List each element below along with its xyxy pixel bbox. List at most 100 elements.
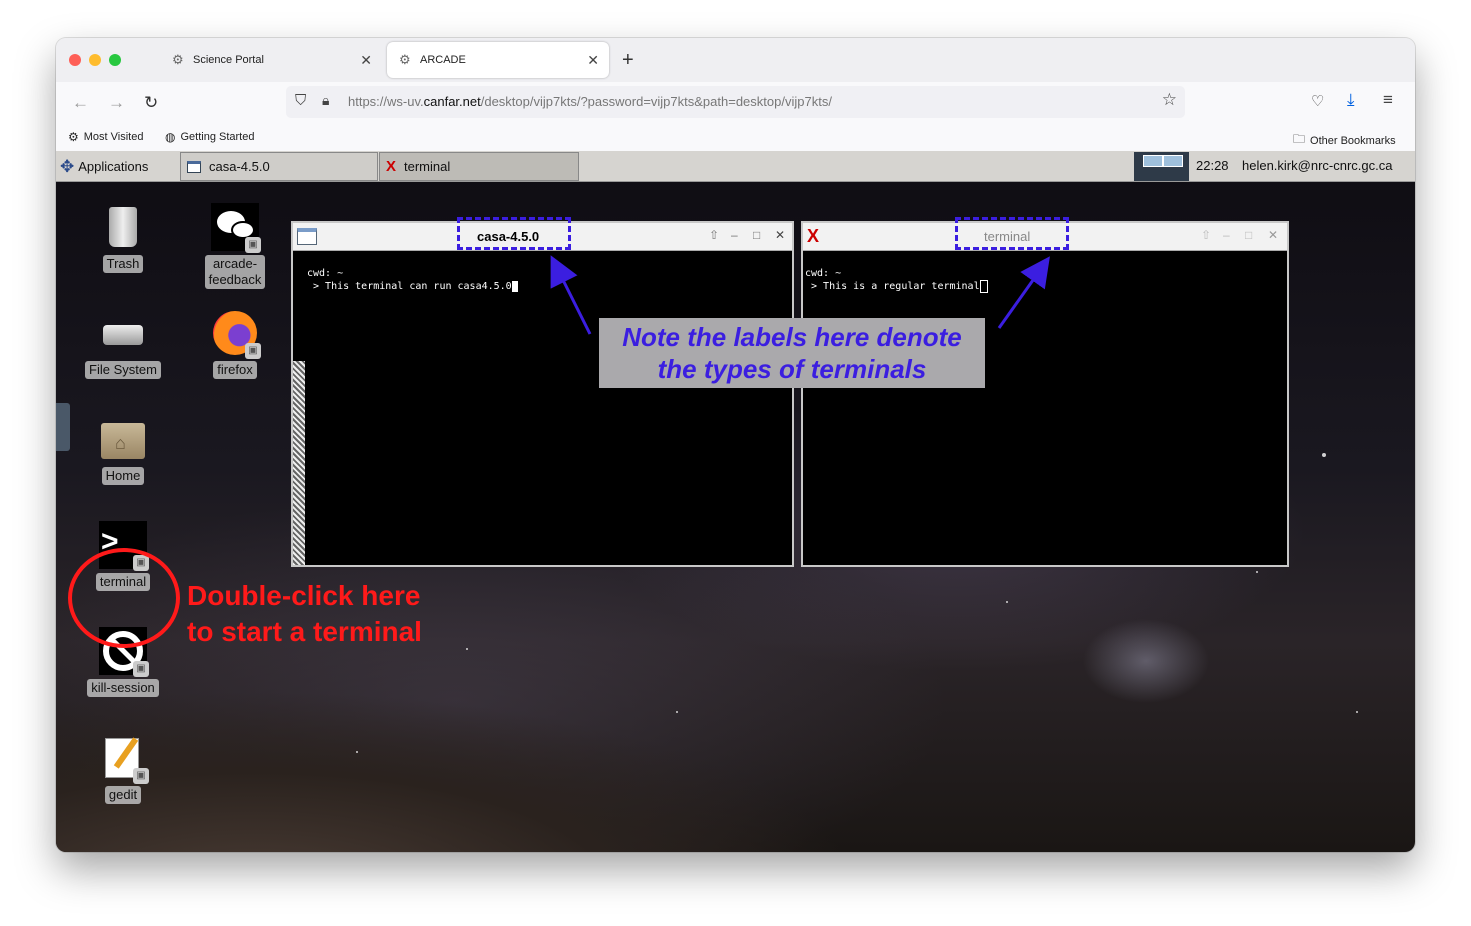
download-icon[interactable]: ⤓	[1347, 90, 1355, 110]
scrollbar[interactable]	[293, 361, 305, 565]
task-label: casa-4.5.0	[209, 159, 270, 174]
close-window-button[interactable]	[69, 54, 81, 66]
bookmark-other[interactable]: 🗀 Other Bookmarks	[1293, 130, 1396, 151]
bookmarks-bar: ⚙ Most Visited ◍ Getting Started 🗀 Other…	[56, 124, 1415, 151]
icon-label: firefox	[213, 361, 257, 379]
terminal-output[interactable]: cwd: ~ > This is a regular terminal	[805, 267, 988, 293]
applications-label: Applications	[78, 159, 149, 174]
icon-label: gedit	[104, 786, 142, 804]
star	[676, 711, 678, 713]
taskbar-item-casa[interactable]: casa-4.5.0	[180, 152, 378, 181]
url-bar[interactable]: ⛉ 🔒︎ https://ws-uv.canfar.net/desktop/vi…	[286, 86, 1185, 118]
bookmark-label: Other Bookmarks	[1310, 134, 1396, 147]
maximize-icon[interactable]: □	[1245, 228, 1252, 242]
desktop-icon-home[interactable]: ⌂ Home	[78, 415, 168, 485]
firefox-icon: ▣	[211, 309, 261, 359]
workspace-switcher[interactable]	[1134, 152, 1189, 181]
shade-icon[interactable]: ⇧	[1201, 228, 1211, 242]
annotation-double-click: Double-click here to start a terminal	[187, 578, 422, 650]
trash-icon	[99, 203, 147, 251]
workspace-1[interactable]	[1143, 155, 1163, 167]
star	[1006, 601, 1008, 603]
lock-icon: ▣	[133, 661, 149, 677]
tab-bar: ⚙ Science Portal ✕ ⚙ ARCADE ✕ +	[56, 38, 1415, 82]
desktop-icon-arcade-feedback[interactable]: ▣ arcade-feedback	[190, 203, 280, 289]
bookmark-star-icon[interactable]: ☆	[1162, 90, 1177, 110]
chat-bubble-icon: ▣	[211, 203, 261, 253]
window-icon	[187, 160, 201, 173]
minimize-icon[interactable]: –	[731, 228, 738, 242]
casa-terminal-window[interactable]: casa-4.5.0 ⇧ – □ ✕ cwd: ~ > This termina…	[291, 221, 794, 567]
red-line-2: to start a terminal	[187, 616, 422, 647]
new-tab-button[interactable]: +	[622, 49, 634, 72]
minimize-icon[interactable]: –	[1223, 228, 1230, 242]
highlight-circle-terminal-icon	[68, 548, 180, 648]
forward-icon[interactable]: →	[108, 93, 125, 113]
browser-window: ⚙ Science Portal ✕ ⚙ ARCADE ✕ + ← → ↻ ⛉ …	[56, 38, 1415, 852]
applications-menu[interactable]: ✥ Applications	[60, 151, 148, 182]
highlight-box-casa-title	[457, 217, 571, 250]
highlight-box-terminal-title	[955, 217, 1069, 250]
star	[1322, 453, 1326, 457]
star	[1256, 571, 1258, 573]
bookmark-getting-started[interactable]: ◍ Getting Started	[165, 130, 254, 144]
minimize-window-button[interactable]	[89, 54, 101, 66]
regular-terminal-window[interactable]: X terminal ⇧ – □ ✕ cwd: ~ > This is a re…	[801, 221, 1289, 567]
menu-icon[interactable]: ≡	[1383, 90, 1393, 110]
gear-icon: ⚙	[68, 130, 79, 144]
maximize-icon[interactable]: □	[753, 228, 760, 242]
desktop-icon-gedit[interactable]: ▣ gedit	[78, 734, 168, 804]
lock-icon[interactable]: 🔒︎	[322, 92, 329, 109]
close-icon[interactable]: ✕	[775, 228, 785, 242]
icon-label: kill-session	[87, 679, 159, 697]
window-icon	[297, 228, 317, 245]
note-line-1: Note the labels here denote	[622, 322, 962, 352]
remote-desktop[interactable]: ✥ Applications casa-4.5.0 X terminal 22:…	[56, 151, 1415, 852]
bookmark-label: Getting Started	[180, 131, 255, 143]
user-label: helen.kirk@nrc-cnrc.gc.ca	[1242, 158, 1393, 173]
folder-icon: 🗀	[1293, 132, 1306, 146]
zoom-window-button[interactable]	[109, 54, 121, 66]
tab-arcade[interactable]: ⚙ ARCADE ✕	[387, 42, 609, 78]
pocket-icon[interactable]: ♡	[1311, 92, 1324, 110]
xfce-mouse-icon: ✥	[60, 156, 75, 176]
desktop-icon-trash[interactable]: Trash	[78, 203, 168, 273]
icon-label: Home	[101, 467, 145, 485]
red-line-1: Double-click here	[187, 580, 421, 611]
shade-icon[interactable]: ⇧	[709, 228, 719, 242]
annotation-note: Note the labels here denote the types of…	[599, 318, 985, 388]
tab-science-portal[interactable]: ⚙ Science Portal ✕	[160, 42, 382, 78]
icon-label: File System	[85, 361, 161, 379]
url-text: https://ws-uv.canfar.net/desktop/vijp7kt…	[348, 94, 832, 109]
hard-drive-icon	[99, 309, 147, 357]
lock-icon: ▣	[245, 237, 261, 253]
task-label: terminal	[404, 159, 451, 174]
close-icon[interactable]: ✕	[1268, 228, 1278, 242]
bookmark-label: Most Visited	[83, 131, 144, 143]
bookmark-most-visited[interactable]: ⚙ Most Visited	[68, 130, 143, 144]
desktop-icon-firefox[interactable]: ▣ firefox	[190, 309, 280, 379]
terminal-output[interactable]: cwd: ~ > This terminal can run casa4.5.0	[307, 267, 518, 293]
tab-label: ARCADE	[420, 54, 466, 66]
shield-icon[interactable]: ⛉	[295, 92, 306, 109]
icon-label: Trash	[102, 255, 144, 273]
icon-label: arcade-feedback	[204, 255, 266, 289]
side-panel-handle[interactable]	[56, 403, 70, 451]
globe-icon: ◍	[165, 130, 176, 144]
close-tab-icon[interactable]: ✕	[587, 52, 599, 69]
home-folder-icon: ⌂	[99, 415, 147, 463]
puzzle-icon: ⚙	[399, 52, 411, 67]
taskbar-item-terminal[interactable]: X terminal	[379, 152, 579, 181]
clock: 22:28	[1196, 158, 1229, 173]
desktop-panel: ✥ Applications casa-4.5.0 X terminal 22:…	[56, 151, 1415, 182]
lock-icon: ▣	[133, 768, 149, 784]
star	[1356, 711, 1358, 713]
reload-icon[interactable]: ↻	[144, 93, 158, 113]
desktop-icon-file-system[interactable]: File System	[78, 309, 168, 379]
star	[466, 648, 468, 650]
workspace-2[interactable]	[1163, 155, 1183, 167]
close-tab-icon[interactable]: ✕	[360, 52, 372, 69]
star	[356, 751, 358, 753]
nav-bar: ← → ↻ ⛉ 🔒︎ https://ws-uv.canfar.net/desk…	[56, 82, 1415, 124]
back-icon[interactable]: ←	[72, 93, 89, 113]
